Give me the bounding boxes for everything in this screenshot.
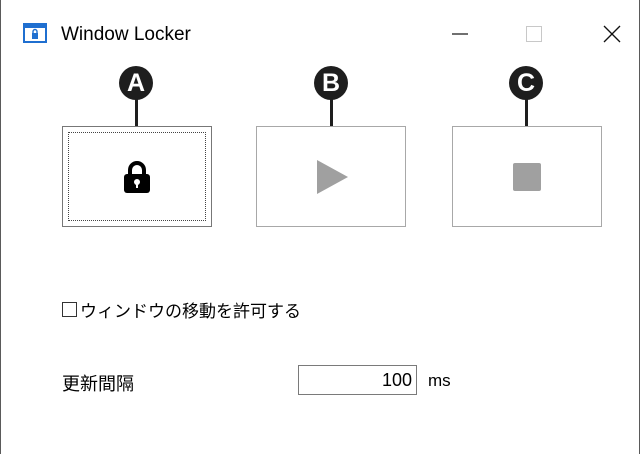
play-button[interactable] [256, 126, 406, 227]
maximize-button[interactable] [511, 14, 557, 54]
callout-c-leader [525, 99, 528, 127]
allow-move-checkbox[interactable] [62, 301, 77, 317]
app-window: Window Locker A B C ウィンドウの移動を許可する 更新間隔 1… [0, 0, 640, 454]
interval-unit: ms [428, 371, 451, 390]
callout-b: B [314, 66, 348, 100]
callout-b-leader [330, 99, 333, 127]
window-title: Window Locker [61, 24, 191, 45]
maximize-icon [526, 26, 542, 42]
minimize-icon [452, 33, 468, 35]
allow-move-label: ウィンドウの移動を許可する [80, 301, 301, 322]
minimize-button[interactable] [437, 14, 483, 54]
interval-input[interactable] [298, 365, 417, 395]
callout-c: C [509, 66, 543, 100]
interval-label: 更新間隔 [62, 374, 134, 395]
callout-a-leader [135, 99, 138, 127]
app-icon [23, 23, 47, 43]
callout-a: A [119, 66, 153, 100]
stop-icon [513, 162, 541, 191]
close-button[interactable] [589, 14, 635, 54]
allow-move-option[interactable]: ウィンドウの移動を許可する [62, 296, 301, 322]
play-icon [317, 159, 348, 194]
close-icon [603, 25, 621, 43]
focus-rectangle [68, 132, 206, 221]
stop-button[interactable] [452, 126, 602, 227]
title-bar[interactable]: Window Locker [1, 0, 639, 70]
lock-button[interactable] [62, 126, 212, 227]
